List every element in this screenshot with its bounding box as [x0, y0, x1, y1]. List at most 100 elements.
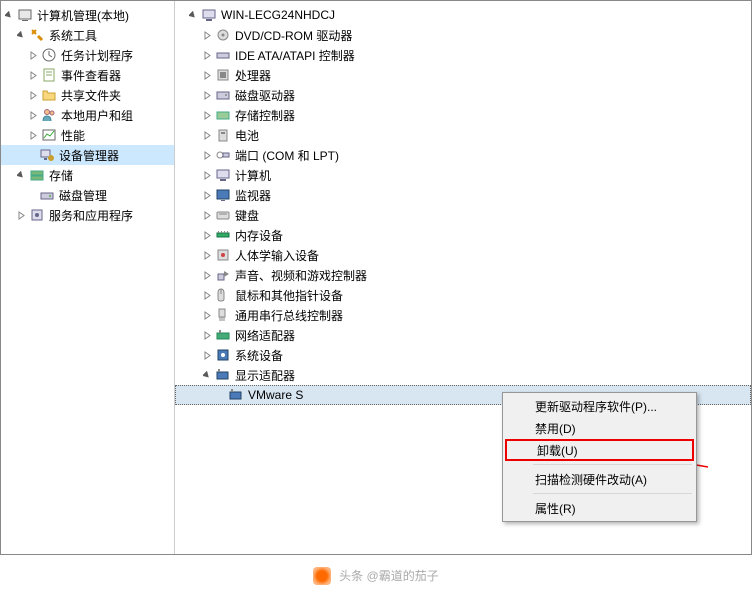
device-icon [215, 207, 231, 223]
collapse-icon[interactable] [3, 9, 15, 21]
expand-icon[interactable] [201, 309, 213, 321]
device-category[interactable]: DVD/CD-ROM 驱动器 [175, 25, 751, 45]
tree-system-tools[interactable]: 系统工具 [1, 25, 174, 45]
device-category[interactable]: 电池 [175, 125, 751, 145]
expand-icon[interactable] [201, 69, 213, 81]
tree-disk-mgmt[interactable]: 磁盘管理 [1, 185, 174, 205]
device-icon [215, 327, 231, 343]
device-category[interactable]: 内存设备 [175, 225, 751, 245]
expand-icon[interactable] [201, 209, 213, 221]
tree-label: 显示适配器 [235, 367, 295, 384]
tree-label: VMware S [248, 388, 303, 402]
expand-icon[interactable] [201, 89, 213, 101]
device-category[interactable]: 端口 (COM 和 LPT) [175, 145, 751, 165]
expand-icon[interactable] [201, 129, 213, 141]
tree-label: 本地用户和组 [61, 107, 133, 124]
menu-separator [533, 464, 692, 465]
tree-label: 性能 [61, 127, 85, 144]
expand-icon[interactable] [201, 169, 213, 181]
device-category[interactable]: 处理器 [175, 65, 751, 85]
tree-performance[interactable]: 性能 [1, 125, 174, 145]
device-icon [215, 147, 231, 163]
tree-storage[interactable]: 存储 [1, 165, 174, 185]
expand-icon[interactable] [27, 129, 39, 141]
menu-disable[interactable]: 禁用(D) [505, 417, 694, 439]
tree-root-local[interactable]: 计算机管理(本地) [1, 5, 174, 25]
left-tree-pane: 计算机管理(本地) 系统工具 任务计划程序 事件查看器 共享文件夹 [1, 1, 175, 554]
menu-properties[interactable]: 属性(R) [505, 497, 694, 519]
collapse-icon[interactable] [201, 369, 213, 381]
expand-icon[interactable] [201, 289, 213, 301]
tree-event-viewer[interactable]: 事件查看器 [1, 65, 174, 85]
tree-label: 人体学输入设备 [235, 247, 319, 264]
disk-icon [39, 187, 55, 203]
tree-local-users[interactable]: 本地用户和组 [1, 105, 174, 125]
expand-icon[interactable] [201, 269, 213, 281]
expand-icon[interactable] [201, 229, 213, 241]
tree-label: 监视器 [235, 187, 271, 204]
tree-label: 磁盘管理 [59, 187, 107, 204]
toutiao-logo-icon [313, 567, 331, 585]
tree-label: 键盘 [235, 207, 259, 224]
expand-icon[interactable] [201, 249, 213, 261]
tree-label: 计算机管理(本地) [37, 7, 129, 24]
tree-label: 系统工具 [49, 27, 97, 44]
tree-label: 存储 [49, 167, 73, 184]
collapse-icon[interactable] [15, 169, 27, 181]
tree-label: 网络适配器 [235, 327, 295, 344]
menu-update-driver[interactable]: 更新驱动程序软件(P)... [505, 395, 694, 417]
device-category[interactable]: 计算机 [175, 165, 751, 185]
device-icon [215, 287, 231, 303]
expand-icon[interactable] [201, 49, 213, 61]
device-category[interactable]: 声音、视频和游戏控制器 [175, 265, 751, 285]
tree-label: 电池 [235, 127, 259, 144]
expand-icon[interactable] [27, 49, 39, 61]
device-root[interactable]: WIN-LECG24NHDCJ [175, 5, 751, 25]
device-category[interactable]: 鼠标和其他指针设备 [175, 285, 751, 305]
expand-icon[interactable] [27, 109, 39, 121]
device-display-adapters[interactable]: 显示适配器 [175, 365, 751, 385]
collapse-icon[interactable] [15, 29, 27, 41]
expand-icon[interactable] [15, 209, 27, 221]
device-category[interactable]: 系统设备 [175, 345, 751, 365]
menu-uninstall[interactable]: 卸载(U) [505, 439, 694, 461]
expand-icon[interactable] [27, 89, 39, 101]
tree-label: 存储控制器 [235, 107, 295, 124]
device-icon [215, 347, 231, 363]
device-icon [215, 227, 231, 243]
device-category[interactable]: 键盘 [175, 205, 751, 225]
device-category[interactable]: 磁盘驱动器 [175, 85, 751, 105]
tree-label: 任务计划程序 [61, 47, 133, 64]
tree-label: WIN-LECG24NHDCJ [221, 8, 335, 22]
tree-services-apps[interactable]: 服务和应用程序 [1, 205, 174, 225]
tree-device-manager[interactable]: 设备管理器 [1, 145, 174, 165]
device-icon [215, 67, 231, 83]
device-category[interactable]: 通用串行总线控制器 [175, 305, 751, 325]
device-category[interactable]: 网络适配器 [175, 325, 751, 345]
device-category[interactable]: 人体学输入设备 [175, 245, 751, 265]
event-icon [41, 67, 57, 83]
collapse-icon[interactable] [187, 9, 199, 21]
device-category[interactable]: IDE ATA/ATAPI 控制器 [175, 45, 751, 65]
device-icon [215, 27, 231, 43]
tree-label: 处理器 [235, 67, 271, 84]
expand-icon[interactable] [201, 329, 213, 341]
tree-label: 端口 (COM 和 LPT) [235, 147, 339, 164]
expand-icon[interactable] [201, 349, 213, 361]
expand-icon[interactable] [201, 189, 213, 201]
tree-shared-folders[interactable]: 共享文件夹 [1, 85, 174, 105]
expand-icon[interactable] [27, 69, 39, 81]
device-icon [215, 107, 231, 123]
tree-label: IDE ATA/ATAPI 控制器 [235, 47, 355, 64]
users-icon [41, 107, 57, 123]
device-category[interactable]: 监视器 [175, 185, 751, 205]
tree-task-scheduler[interactable]: 任务计划程序 [1, 45, 174, 65]
tree-label: 系统设备 [235, 347, 283, 364]
expand-icon[interactable] [201, 29, 213, 41]
display-adapter-icon [215, 367, 231, 383]
device-category[interactable]: 存储控制器 [175, 105, 751, 125]
tools-icon [29, 27, 45, 43]
expand-icon[interactable] [201, 149, 213, 161]
menu-scan-hardware[interactable]: 扫描检测硬件改动(A) [505, 468, 694, 490]
expand-icon[interactable] [201, 109, 213, 121]
